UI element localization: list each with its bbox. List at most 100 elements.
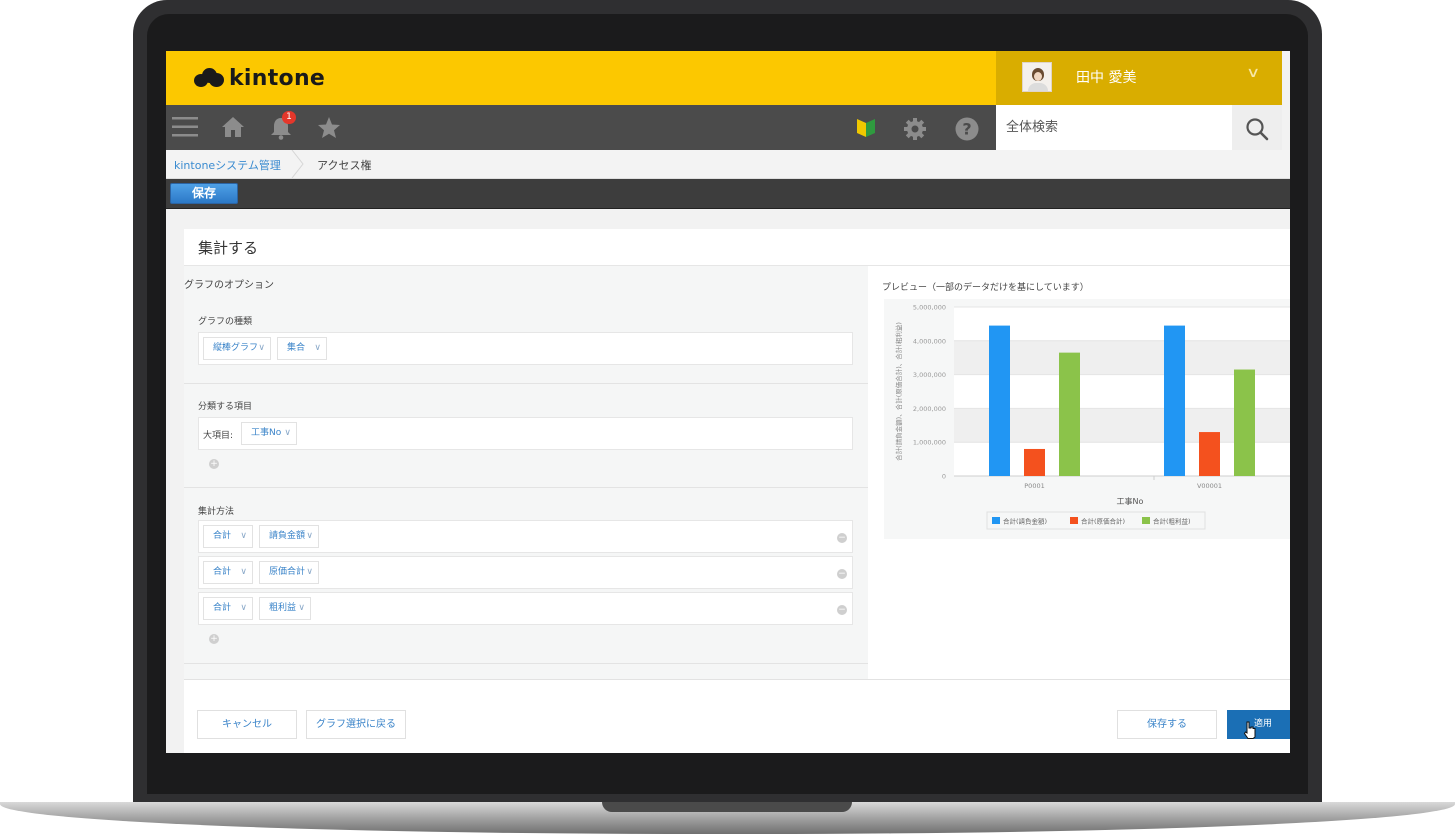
divider [184,383,868,384]
graph-options: グラフのオプション グラフの種類 縦棒グラフ ∨ 集合 ∨ 分類する項目 大項目: … [184,266,868,679]
chevron-down-icon: ∨ [314,343,321,353]
avatar [1022,62,1052,92]
aggregation-func-select[interactable]: 合計 ∨ [203,597,253,620]
action-toolbar: 保存 [166,179,1290,209]
aggregation-label: 集計方法 [198,507,235,517]
bar [1199,432,1220,476]
x-tick-label: P0001 [1024,482,1044,490]
save-graph-button[interactable]: 保存する [1117,710,1217,739]
divider [184,679,1290,680]
aggregation-field-value: 粗利益 [269,603,297,613]
star-icon[interactable] [317,116,341,139]
legend-swatch [1070,517,1078,524]
y-tick-label: 4,000,000 [913,337,946,345]
user-menu[interactable]: 田中 愛美 ∨ [996,51,1282,105]
aggregate-panel: 集計する グラフのオプション グラフの種類 縦棒グラフ ∨ 集合 ∨ 分類する項目 … [184,229,1290,753]
menu-icon[interactable] [172,116,198,138]
preview-chart-area: 0 1,000,000 2,000,000 3,000,000 4,000,000 5,0… [884,299,1290,539]
aggregation-field-select[interactable]: 請負金額 ∨ [259,525,319,548]
legend-swatch [1142,517,1150,524]
divider [184,487,868,488]
chevron-down-icon: ∨ [306,531,313,541]
bar [1164,325,1185,476]
classification-label: 分類する項目 [198,402,253,412]
major-item-value: 工事No [251,428,282,438]
laptop-base-notch [602,802,852,812]
search-input[interactable] [996,105,1232,150]
x-axis-label: 工事No [1117,496,1144,506]
aggregation-func-value: 合計 [213,603,232,613]
aggregation-row: 合計 ∨ 粗利益 ∨ − [198,592,853,625]
notification-badge: 1 [282,111,296,124]
gear-icon[interactable] [903,117,927,141]
graph-type-select[interactable]: 縦棒グラフ ∨ [203,337,271,360]
y-axis-label: 合計(請負金額)、合計(原価合計)、合計(粗利益) [894,322,903,461]
help-icon[interactable]: ? [955,117,979,141]
legend-swatch [992,517,1000,524]
legend-label: 合計(請負金額) [1003,517,1047,526]
chevron-down-icon: ∨ [240,603,247,613]
chevron-down-icon: ∨ [298,603,305,613]
aggregation-func-select[interactable]: 合計 ∨ [203,561,253,584]
home-icon[interactable] [221,116,245,138]
graph-type-row: 縦棒グラフ ∨ 集合 ∨ [198,332,853,365]
save-button[interactable]: 保存 [170,183,238,204]
aggregation-func-select[interactable]: 合計 ∨ [203,525,253,548]
bar [989,325,1010,476]
aggregation-field-select[interactable]: 原価合計 ∨ [259,561,319,584]
breadcrumb: kintoneシステム管理 アクセス権 [166,150,1290,179]
hand-cursor-icon [1243,721,1256,739]
breadcrumb-separator-icon [291,150,304,178]
add-aggregation-icon[interactable]: + [209,634,219,644]
search-button[interactable] [1232,105,1282,150]
y-tick-label: 5,000,000 [913,304,946,312]
y-tick-label: 0 [942,473,946,481]
remove-row-icon[interactable]: − [837,605,847,615]
cancel-button[interactable]: キャンセル [197,710,297,739]
breadcrumb-item-current: アクセス権 [317,159,372,172]
panel-title: 集計する [198,239,259,257]
x-tick-label: V00001 [1197,482,1222,490]
major-item-select[interactable]: 工事No ∨ [241,422,297,445]
global-search [996,105,1232,150]
preview-label: プレビュー（一部のデータだけを基にしています） [882,283,1089,293]
aggregation-func-value: 合計 [213,531,232,541]
y-tick-label: 3,000,000 [913,371,946,379]
remove-row-icon[interactable]: − [837,569,847,579]
add-classification-icon[interactable]: + [209,459,219,469]
aggregation-field-value: 原価合計 [269,567,306,577]
aggregation-field-select[interactable]: 粗利益 ∨ [259,597,311,620]
y-tick-label: 1,000,000 [913,439,946,447]
beginner-mark-icon[interactable] [856,118,876,138]
graph-mode-value: 集合 [287,343,306,353]
apply-button[interactable]: 適用 [1227,710,1290,739]
aggregation-row: 合計 ∨ 請負金額 ∨ − [198,520,853,553]
kintone-logo[interactable]: kintone [194,65,325,91]
graph-type-label: グラフの種類 [198,317,253,327]
search-icon [1246,118,1269,141]
options-heading: グラフのオプション [184,280,274,291]
logo-text: kintone [229,65,326,91]
graph-mode-select[interactable]: 集合 ∨ [277,337,327,360]
app-screen: kintone 田中 愛美 ∨ 1 ? 全体検索 kintoneシステム管理 ア… [166,51,1290,753]
nav-bar: 1 ? [166,105,996,150]
chevron-down-icon: ∨ [306,567,313,577]
classification-row: 大項目: 工事No ∨ [198,417,853,450]
chevron-down-icon: ∨ [240,531,247,541]
svg-text:?: ? [962,120,971,139]
aggregation-field-value: 請負金額 [269,531,306,541]
aggregation-row: 合計 ∨ 原価合計 ∨ − [198,556,853,589]
y-tick-label: 2,000,000 [913,405,946,413]
divider [184,663,868,664]
breadcrumb-item-system-admin[interactable]: kintoneシステム管理 [174,157,281,173]
chevron-down-icon: ∨ [284,428,291,438]
legend-label: 合計(粗利益) [1153,517,1191,526]
bar [1024,448,1045,476]
back-to-graph-select-button[interactable]: グラフ選択に戻る [306,710,406,739]
bar [1234,369,1255,476]
chevron-down-icon: ∨ [1245,65,1261,81]
legend-label: 合計(原価合計) [1081,517,1125,526]
remove-row-icon[interactable]: − [837,533,847,543]
major-item-label: 大項目: [203,431,234,441]
preview-bar-chart: 0 1,000,000 2,000,000 3,000,000 4,000,000 5,0… [894,304,1290,530]
